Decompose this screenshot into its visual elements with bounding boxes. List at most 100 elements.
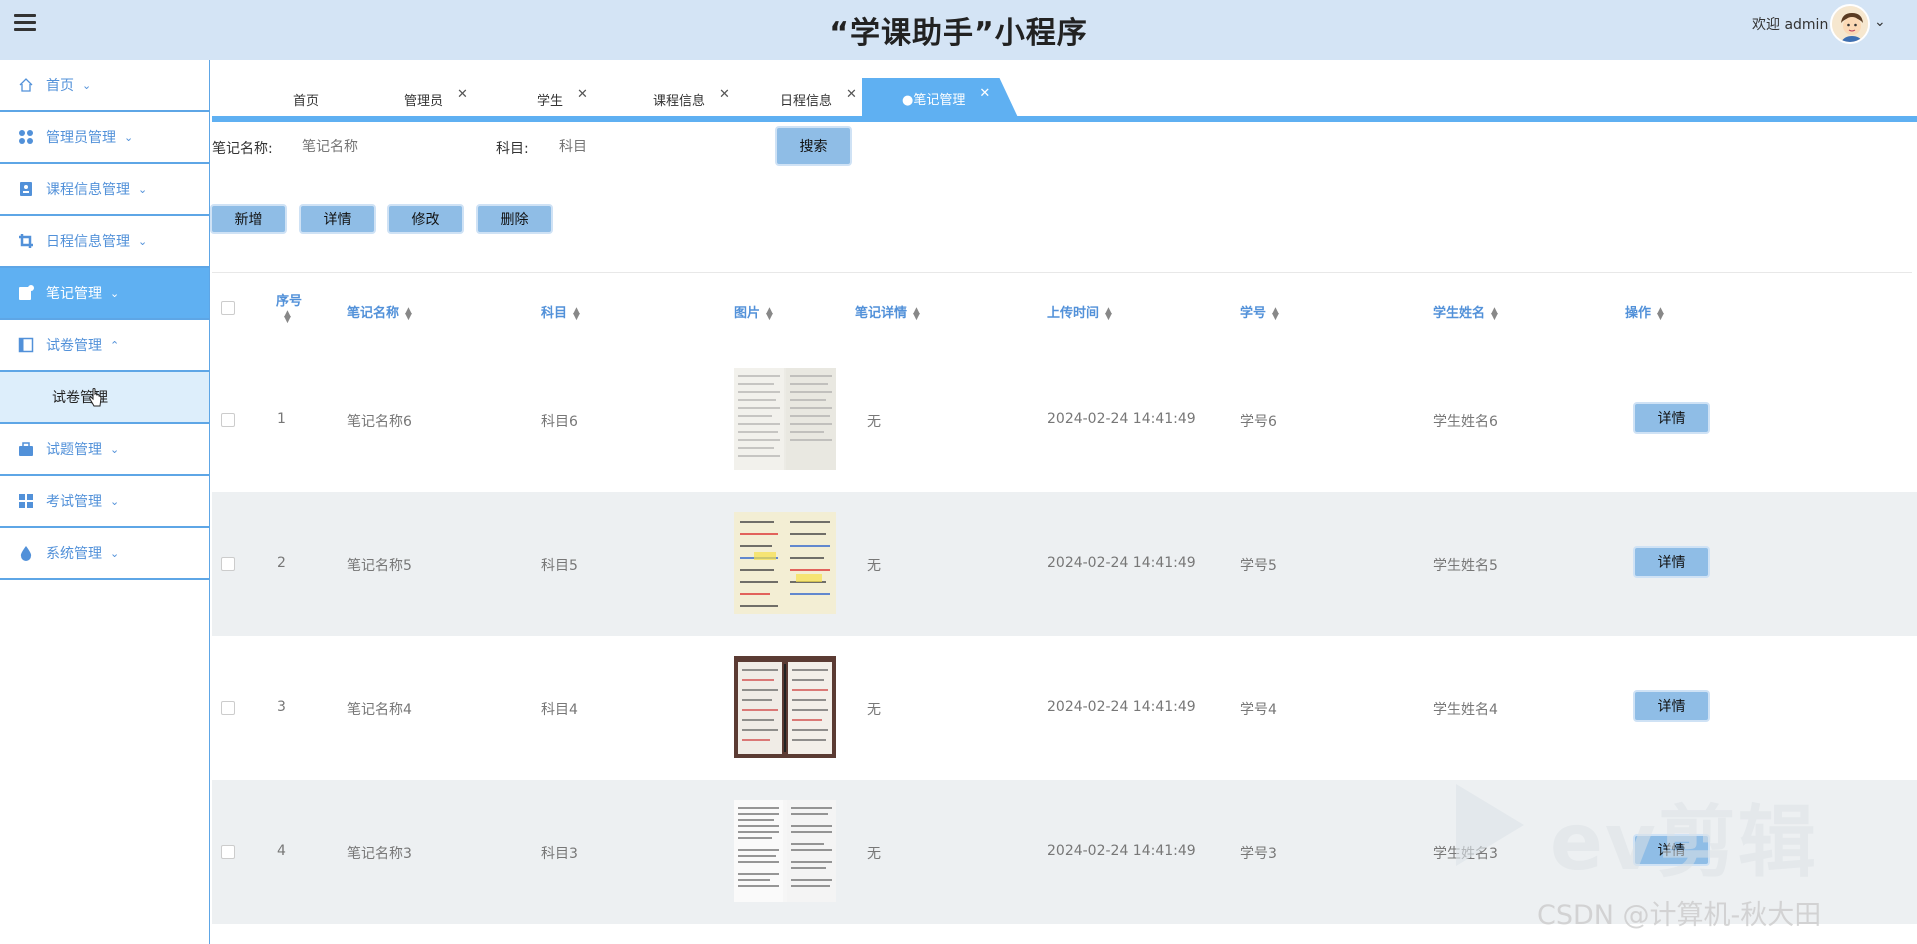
search-button[interactable]: 搜索 [775, 126, 852, 166]
sort-icon[interactable]: ▲ ▼ [913, 306, 920, 321]
close-icon[interactable]: ✕ [577, 87, 588, 102]
column-label: 笔记名称 [347, 306, 400, 321]
tab-course-info[interactable]: 课程信息 ✕ [653, 80, 730, 118]
sort-icon[interactable]: ▲ ▼ [1491, 306, 1498, 321]
cell-index: 2 [277, 555, 286, 571]
close-icon[interactable]: ✕ [457, 87, 468, 102]
row-checkbox[interactable] [221, 413, 235, 427]
home-icon [19, 78, 33, 92]
column-header-student-no[interactable]: 学号 ▲ ▼ [1240, 302, 1279, 321]
edit-button[interactable]: 修改 [387, 204, 464, 234]
sort-icon[interactable]: ▲ ▼ [1105, 306, 1112, 321]
welcome-text: 欢迎 admin [1752, 17, 1829, 33]
cell-note-name: 笔记名称3 [347, 846, 412, 862]
chevron-down-icon: ⌄ [110, 442, 120, 456]
sort-icon[interactable]: ▲ ▼ [405, 306, 412, 321]
grid-icon [19, 494, 33, 508]
sidebar-item-schedule[interactable]: 日程信息管理 ⌄ [0, 216, 209, 268]
column-label: 上传时间 [1047, 306, 1100, 321]
close-icon[interactable]: ✕ [846, 87, 857, 102]
note-image[interactable] [734, 368, 836, 470]
ev-watermark: ev剪辑 [1550, 798, 1818, 888]
chevron-down-icon[interactable]: ⌄ [1874, 14, 1886, 30]
row-checkbox[interactable] [221, 557, 235, 571]
column-header-name[interactable]: 笔记名称 ▲ ▼ [347, 302, 412, 321]
row-checkbox[interactable] [221, 701, 235, 715]
sidebar-item-label: 首页 [46, 78, 74, 94]
column-header-image[interactable]: 图片 ▲ ▼ [734, 302, 773, 321]
sidebar-item-system[interactable]: 系统管理 ⌄ [0, 528, 209, 580]
sidebar-item-admin[interactable]: 管理员管理 ⌄ [0, 112, 209, 164]
column-label: 学生姓名 [1433, 306, 1486, 321]
hand-cursor-icon [89, 388, 102, 407]
cell-upload-time: 2024-02-24 14:41:49 [1047, 699, 1196, 715]
sidebar-item-papers[interactable]: 试卷管理 ⌃ [0, 320, 209, 372]
tab-notes[interactable]: ●笔记管理 ✕ [862, 78, 1019, 118]
column-header-subject[interactable]: 科目 ▲ ▼ [541, 302, 580, 321]
column-label: 操作 [1625, 306, 1652, 321]
cell-upload-time: 2024-02-24 14:41:49 [1047, 555, 1196, 571]
sidebar-item-exams[interactable]: 考试管理 ⌄ [0, 476, 209, 528]
detail-button[interactable]: 详情 [299, 204, 376, 234]
table-row[interactable]: 3 笔记名称4 科目4 无 2024-02-24 14:41:49 学号4 学生… [212, 636, 1917, 780]
sidebar-item-label: 考试管理 [46, 494, 102, 510]
table-row[interactable]: 2 笔记名称5 科目5 无 2024-02-24 14:41:49 学号5 学生… [212, 492, 1917, 636]
sort-icon[interactable]: ▲ ▼ [1657, 306, 1664, 321]
tab-label: 管理员 [404, 93, 444, 109]
sort-icon[interactable]: ▲ ▼ [766, 306, 773, 321]
cell-note-detail: 无 [867, 702, 881, 718]
column-header-action[interactable]: 操作 ▲ ▼ [1625, 302, 1664, 321]
column-header-student-name[interactable]: 学生姓名 ▲ ▼ [1433, 302, 1498, 321]
row-detail-button[interactable]: 详情 [1633, 690, 1710, 722]
chevron-down-icon: ⌄ [138, 182, 148, 196]
sidebar-item-notes[interactable]: 笔记管理 ⌄ [0, 268, 209, 320]
tab-student[interactable]: 学生 ✕ [537, 80, 588, 118]
sidebar: 首页 ⌄ 管理员管理 ⌄ 课程信息管理 ⌄ 日程信息管理 ⌄ 笔记管理 ⌄ 试卷… [0, 60, 210, 944]
select-all-checkbox[interactable] [221, 301, 235, 315]
cell-student-no: 学号5 [1240, 558, 1277, 574]
note-name-label: 笔记名称: [212, 141, 273, 157]
row-detail-button[interactable]: 详情 [1633, 402, 1710, 434]
close-icon[interactable]: ✕ [719, 87, 730, 102]
column-header-detail[interactable]: 笔记详情 ▲ ▼ [855, 302, 920, 321]
column-header-index[interactable]: 序号 ▲ ▼ [276, 290, 302, 324]
column-label: 笔记详情 [855, 306, 908, 321]
tab-home[interactable]: 首页 [293, 80, 319, 118]
sidebar-item-course[interactable]: 课程信息管理 ⌄ [0, 164, 209, 216]
add-button[interactable]: 新增 [210, 204, 287, 234]
column-label: 学号 [1240, 306, 1267, 321]
sidebar-item-home[interactable]: 首页 ⌄ [0, 60, 209, 112]
sort-icon[interactable]: ▲ ▼ [573, 306, 580, 321]
cell-upload-time: 2024-02-24 14:41:49 [1047, 843, 1196, 859]
note-name-input[interactable] [292, 132, 472, 162]
cell-student-no: 学号6 [1240, 414, 1277, 430]
chevron-up-icon: ⌃ [110, 338, 120, 352]
row-checkbox[interactable] [221, 845, 235, 859]
cell-subject: 科目5 [541, 558, 578, 574]
note-image[interactable] [734, 512, 836, 614]
cell-note-name: 笔记名称4 [347, 702, 412, 718]
cell-note-detail: 无 [867, 558, 881, 574]
table-row[interactable]: 1 笔记名称6 科目6 无 2024-02-24 14:41:49 学号6 学生… [212, 348, 1917, 492]
note-image[interactable] [734, 656, 836, 758]
close-icon[interactable]: ✕ [979, 86, 990, 101]
sort-icon[interactable]: ▲ ▼ [284, 309, 291, 324]
note-icon [19, 285, 34, 300]
delete-button[interactable]: 删除 [476, 204, 553, 234]
play-icon [1456, 784, 1524, 866]
row-detail-button[interactable]: 详情 [1633, 546, 1710, 578]
column-header-time[interactable]: 上传时间 ▲ ▼ [1047, 302, 1112, 321]
avatar[interactable] [1830, 4, 1870, 44]
contact-card-icon [20, 182, 32, 196]
subject-input[interactable] [549, 132, 749, 162]
divider [212, 272, 1912, 273]
sidebar-item-label: 试题管理 [46, 442, 102, 458]
sort-icon[interactable]: ▲ ▼ [1272, 306, 1279, 321]
tab-schedule-info[interactable]: 日程信息 ✕ [780, 80, 857, 118]
submenu-item-papers[interactable]: 试卷管理 [0, 372, 209, 424]
toolbox-icon [19, 442, 33, 456]
tab-admin[interactable]: 管理员 ✕ [404, 80, 468, 118]
sidebar-item-questions[interactable]: 试题管理 ⌄ [0, 424, 209, 476]
note-image[interactable] [734, 800, 836, 902]
cell-note-detail: 无 [867, 846, 881, 862]
